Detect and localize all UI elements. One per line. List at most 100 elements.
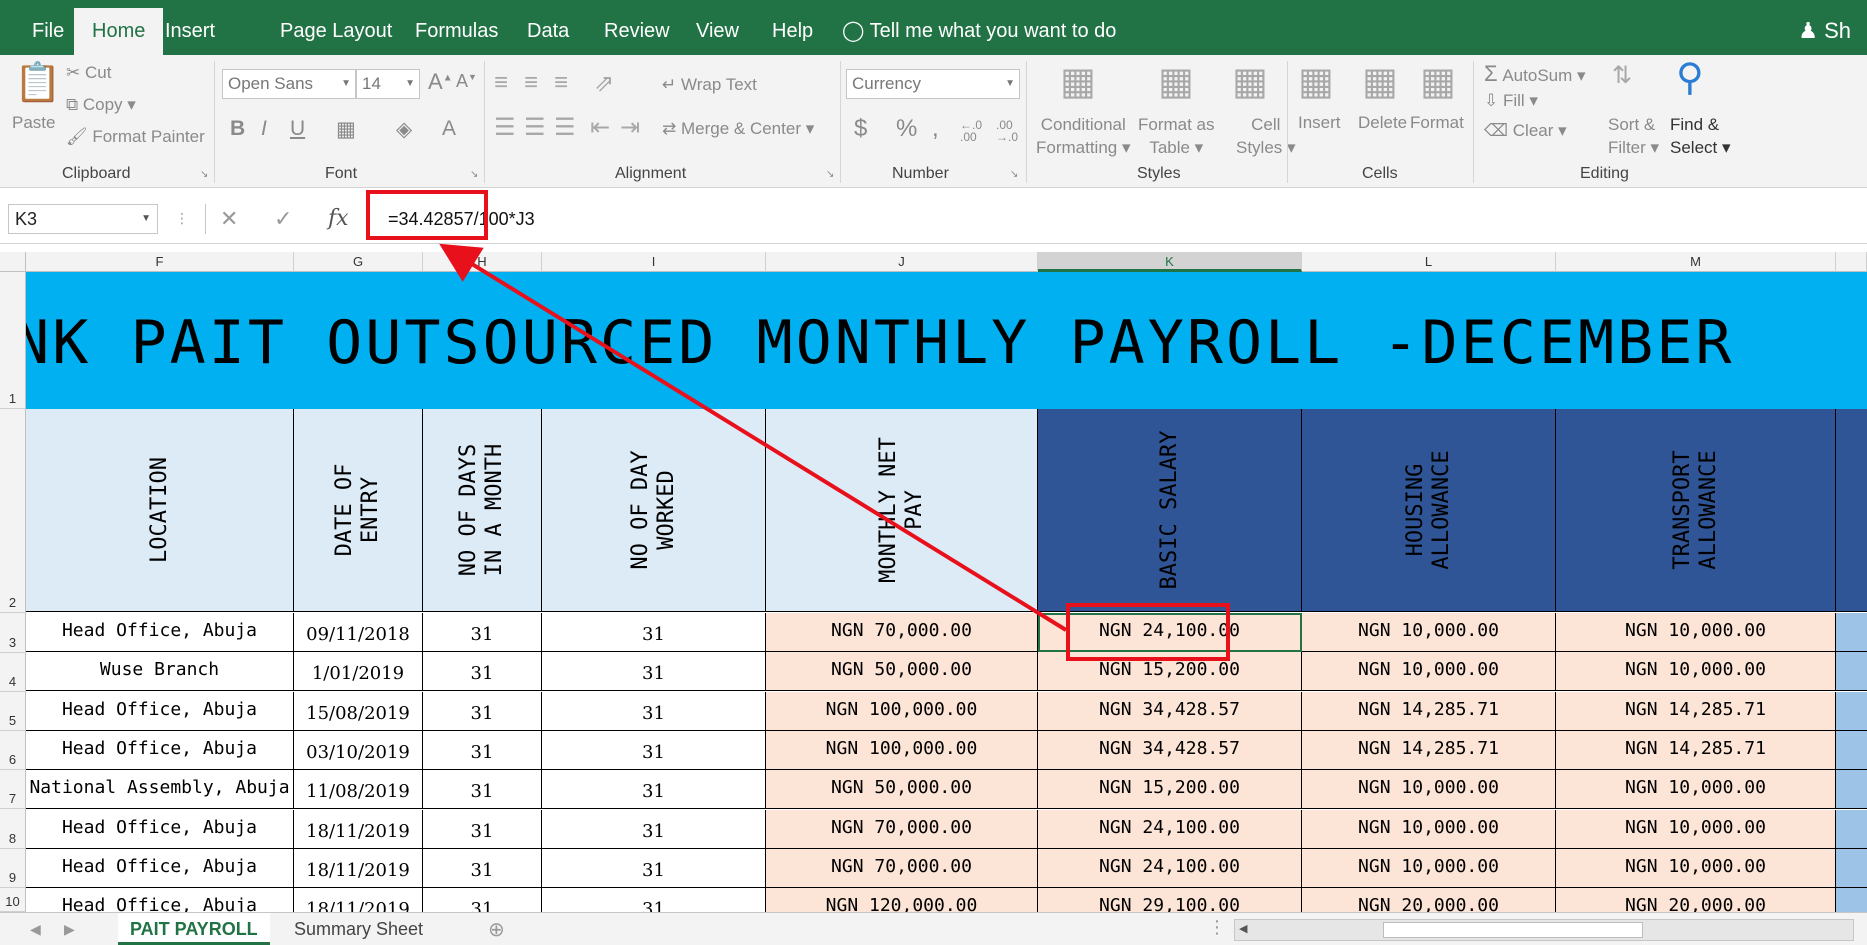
row-header-3[interactable]: 3: [0, 613, 26, 653]
font-size-select[interactable]: 14 ▼: [356, 69, 420, 99]
fill-color-button[interactable]: ◈: [396, 117, 412, 142]
tab-insert[interactable]: Insert: [165, 0, 215, 55]
cell-net-pay[interactable]: NGN 50,000.00: [766, 652, 1038, 692]
orientation-icon[interactable]: ⇗: [594, 69, 614, 98]
italic-button[interactable]: I: [261, 117, 267, 141]
align-middle-icon[interactable]: ≡: [524, 69, 538, 97]
cell-location[interactable]: Head Office, Abuja: [26, 613, 294, 652]
clear-button[interactable]: ⌫ Clear ▾: [1484, 121, 1567, 141]
cell-basic[interactable]: NGN 24,100.00: [1038, 848, 1302, 888]
cell-next-column[interactable]: [1836, 613, 1867, 652]
autosum-button[interactable]: Σ AutoSum ▾: [1484, 61, 1586, 87]
cell-transport[interactable]: NGN 10,000.00: [1556, 848, 1836, 888]
cell-days-month[interactable]: 31: [423, 691, 542, 731]
cell-housing[interactable]: NGN 10,000.00: [1302, 809, 1556, 849]
cell-days-worked[interactable]: 31: [542, 652, 766, 692]
cell-housing[interactable]: NGN 10,000.00: [1302, 652, 1556, 692]
header-housing-allowance[interactable]: HOUSING ALLOWANCE: [1302, 409, 1556, 612]
align-bottom-icon[interactable]: ≡: [554, 69, 568, 97]
cell-next-column[interactable]: [1836, 848, 1867, 888]
cell-transport[interactable]: NGN 10,000.00: [1556, 652, 1836, 692]
font-family-select[interactable]: Open Sans ▼: [222, 69, 356, 99]
percent-style-button[interactable]: %: [896, 115, 917, 143]
cell-housing[interactable]: NGN 10,000.00: [1302, 848, 1556, 888]
accounting-format-button[interactable]: $: [854, 115, 867, 143]
tab-data[interactable]: Data: [527, 0, 569, 55]
cell-housing[interactable]: NGN 14,285.71: [1302, 691, 1556, 731]
cut-button[interactable]: ✂ Cut: [66, 63, 111, 83]
font-color-button[interactable]: A: [442, 117, 456, 141]
header-days-in-month[interactable]: NO OF DAYS IN A MONTH: [423, 409, 542, 612]
cell-transport[interactable]: NGN 20,000.00: [1556, 888, 1836, 912]
sheet-tab-summary[interactable]: Summary Sheet: [282, 913, 435, 945]
cell-next-column[interactable]: [1836, 888, 1867, 912]
increase-decimal-button[interactable]: ←.0.00: [960, 119, 982, 143]
cell-days-worked[interactable]: 31: [542, 613, 766, 652]
cell-housing[interactable]: NGN 14,285.71: [1302, 730, 1556, 770]
column-header-g[interactable]: G: [294, 252, 423, 272]
cell-days-worked[interactable]: 31: [542, 888, 766, 912]
tab-formulas[interactable]: Formulas: [415, 0, 498, 55]
column-header-j[interactable]: J: [766, 252, 1038, 272]
sort-filter-button[interactable]: Sort & Filter ▾: [1608, 113, 1659, 159]
cell-next-column[interactable]: [1836, 691, 1867, 731]
cell-days-worked[interactable]: 31: [542, 809, 766, 849]
tab-view[interactable]: View: [696, 0, 739, 55]
cell-next-column[interactable]: [1836, 809, 1867, 849]
cell-net-pay[interactable]: NGN 100,000.00: [766, 730, 1038, 770]
shrink-font-button[interactable]: A▼: [456, 71, 477, 92]
add-sheet-icon[interactable]: ⊕: [488, 917, 505, 942]
cell-date[interactable]: 18/11/2019: [294, 848, 423, 888]
cell-days-month[interactable]: 31: [423, 730, 542, 770]
delete-cells-button[interactable]: Delete: [1358, 113, 1407, 133]
find-select-button[interactable]: Find & Select ▾: [1670, 113, 1731, 159]
align-top-icon[interactable]: ≡: [494, 69, 508, 97]
cell-date[interactable]: 09/11/2018: [294, 613, 423, 652]
cell-location[interactable]: National Assembly, Abuja: [26, 770, 294, 810]
cell-date[interactable]: 15/08/2019: [294, 691, 423, 731]
header-date-of-entry[interactable]: DATE OF ENTRY: [294, 409, 423, 612]
row-header-10[interactable]: 10: [0, 888, 26, 912]
paste-button[interactable]: Paste: [12, 113, 55, 133]
cell-transport[interactable]: NGN 10,000.00: [1556, 809, 1836, 849]
column-header-partial[interactable]: [1836, 252, 1867, 272]
format-as-table-button[interactable]: Format as Table ▾: [1138, 113, 1215, 159]
header-transport-allowance[interactable]: TRANSPORT ALLOWANCE: [1556, 409, 1836, 612]
cell-basic[interactable]: NGN 34,428.57: [1038, 730, 1302, 770]
conditional-formatting-button[interactable]: Conditional Formatting ▾: [1036, 113, 1131, 159]
cell-days-month[interactable]: 31: [423, 888, 542, 912]
cell-net-pay[interactable]: NGN 70,000.00: [766, 613, 1038, 652]
cell-days-month[interactable]: 31: [423, 770, 542, 810]
cell-net-pay[interactable]: NGN 70,000.00: [766, 848, 1038, 888]
cell-date[interactable]: 18/11/2019: [294, 809, 423, 849]
cell-location[interactable]: Head Office, Abuja: [26, 691, 294, 731]
name-box[interactable]: K3 ▼: [8, 204, 158, 234]
cell-days-month[interactable]: 31: [423, 652, 542, 692]
cell-days-month[interactable]: 31: [423, 809, 542, 849]
copy-button[interactable]: ⧉ Copy ▾: [66, 95, 136, 115]
fill-button[interactable]: ⇩ Fill ▾: [1484, 91, 1538, 111]
row-header-6[interactable]: 6: [0, 731, 26, 770]
scroll-left-icon[interactable]: ◀: [1239, 922, 1247, 935]
cell-basic[interactable]: NGN 15,200.00: [1038, 770, 1302, 810]
horizontal-scrollbar[interactable]: ◀: [1234, 919, 1854, 941]
bold-button[interactable]: B: [230, 117, 245, 141]
cell-days-worked[interactable]: 31: [542, 848, 766, 888]
header-days-worked[interactable]: NO OF DAY WORKED: [542, 409, 766, 612]
cell-transport[interactable]: NGN 14,285.71: [1556, 691, 1836, 731]
align-center-icon[interactable]: ☰: [524, 113, 546, 142]
decrease-indent-icon[interactable]: ⇤: [590, 113, 610, 142]
row-header-1[interactable]: 1: [0, 272, 26, 409]
cell-location[interactable]: Head Office, Abuja: [26, 809, 294, 849]
cell-next-column[interactable]: [1836, 652, 1867, 692]
sheet-tab-pait-payroll[interactable]: PAIT PAYROLL: [118, 913, 270, 945]
share-button[interactable]: ♟ Sh: [1798, 18, 1851, 44]
insert-cells-button[interactable]: Insert: [1298, 113, 1341, 133]
cell-location[interactable]: Head Office, Abuja: [26, 888, 294, 912]
format-cells-button[interactable]: Format: [1410, 113, 1464, 133]
number-format-select[interactable]: Currency ▼: [846, 69, 1020, 99]
next-sheet-icon[interactable]: ▶: [64, 921, 75, 938]
cell-transport[interactable]: NGN 10,000.00: [1556, 770, 1836, 810]
cell-housing[interactable]: NGN 10,000.00: [1302, 770, 1556, 810]
cell-location[interactable]: Wuse Branch: [26, 652, 294, 692]
